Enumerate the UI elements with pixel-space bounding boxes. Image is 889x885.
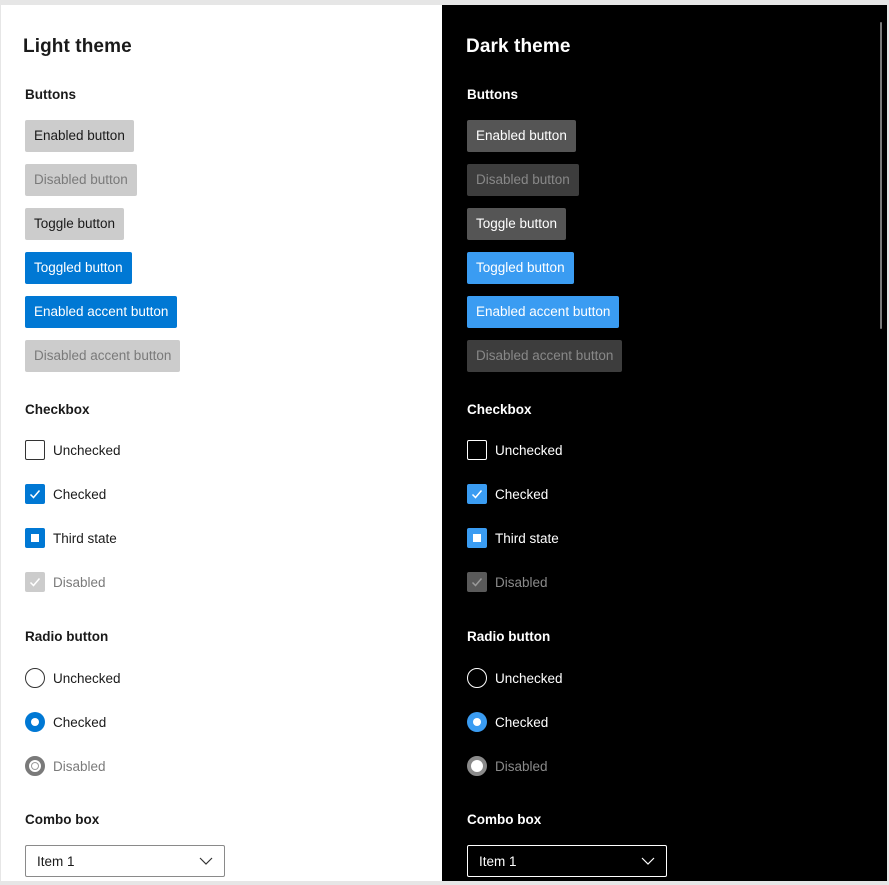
light-combo-box[interactable]: Item 1 (25, 845, 225, 877)
light-radio-heading: Radio button (25, 629, 109, 644)
light-checkbox-checked[interactable]: Checked (25, 483, 106, 505)
radio-unchecked-circle[interactable] (25, 668, 45, 688)
radio-checked-circle[interactable] (467, 712, 487, 732)
radio-unchecked-circle[interactable] (467, 668, 487, 688)
radio-label: Unchecked (495, 670, 563, 686)
radio-disabled-circle (25, 756, 45, 776)
dark-toggled-button[interactable]: Toggled button (467, 252, 574, 284)
light-toggle-button[interactable]: Toggle button (25, 208, 125, 240)
light-checkbox-third-state[interactable]: Third state (25, 527, 117, 549)
indeterminate-icon (31, 534, 39, 542)
dark-panel-title: Dark theme (466, 36, 571, 57)
checkbox-label: Unchecked (53, 442, 121, 458)
checkbox-label: Third state (495, 530, 559, 546)
checkbox-checked-box[interactable] (467, 484, 487, 504)
radio-label: Disabled (495, 758, 548, 774)
light-checkbox-disabled: Disabled (25, 571, 106, 593)
checkbox-label: Disabled (495, 574, 548, 590)
checkbox-unchecked-box[interactable] (467, 440, 487, 460)
dark-radio-unchecked[interactable]: Unchecked (467, 667, 563, 689)
light-theme-panel: Light theme Buttons Enabled button Disab… (1, 5, 442, 881)
radio-dot (31, 718, 39, 726)
light-accent-button[interactable]: Enabled accent button (25, 296, 178, 328)
dark-enabled-button[interactable]: Enabled button (467, 120, 576, 152)
checkbox-label: Unchecked (495, 442, 563, 458)
light-radio-disabled: Disabled (25, 755, 106, 777)
radio-dot (32, 763, 38, 769)
dark-theme-panel: Dark theme Buttons Enabled button Disabl… (442, 5, 887, 881)
dark-checkbox-third-state[interactable]: Third state (467, 527, 559, 549)
radio-label: Checked (53, 714, 107, 730)
checkbox-checked-box[interactable] (25, 484, 45, 504)
app-window: Light theme Buttons Enabled button Disab… (1, 5, 887, 881)
dark-combo-box[interactable]: Item 1 (467, 845, 667, 877)
dark-disabled-accent-button: Disabled accent button (467, 340, 623, 372)
checkmark-icon (471, 490, 483, 499)
dark-checkbox-disabled: Disabled (467, 571, 548, 593)
checkbox-label: Checked (495, 486, 549, 502)
light-buttons-heading: Buttons (25, 87, 76, 102)
dark-combo-heading: Combo box (467, 812, 542, 827)
checkbox-label: Disabled (53, 574, 106, 590)
indeterminate-icon (473, 534, 481, 542)
checkbox-label: Third state (53, 530, 117, 546)
dark-toggle-button[interactable]: Toggle button (467, 208, 567, 240)
light-toggled-button[interactable]: Toggled button (25, 252, 132, 284)
dark-buttons-heading: Buttons (467, 87, 518, 102)
chevron-down-icon[interactable] (641, 857, 655, 865)
light-disabled-button: Disabled button (25, 164, 137, 196)
combo-value: Item 1 (37, 853, 75, 869)
light-enabled-button[interactable]: Enabled button (25, 120, 134, 152)
checkmark-icon (29, 578, 41, 587)
radio-label: Checked (495, 714, 549, 730)
radio-checked-circle[interactable] (25, 712, 45, 732)
light-radio-unchecked[interactable]: Unchecked (25, 667, 121, 689)
dark-checkbox-heading: Checkbox (467, 402, 532, 417)
vertical-scrollbar[interactable] (880, 22, 882, 329)
dark-checkbox-unchecked[interactable]: Unchecked (467, 439, 563, 461)
checkmark-icon (471, 578, 483, 587)
checkbox-disabled-box (467, 572, 487, 592)
radio-label: Unchecked (53, 670, 121, 686)
checkbox-third-state-box[interactable] (25, 528, 45, 548)
checkbox-third-state-box[interactable] (467, 528, 487, 548)
radio-disabled-circle (467, 756, 487, 776)
checkbox-label: Checked (53, 486, 107, 502)
chevron-down-icon[interactable] (199, 857, 213, 865)
light-radio-checked[interactable]: Checked (25, 711, 106, 733)
light-disabled-accent-button: Disabled accent button (25, 340, 181, 372)
light-checkbox-heading: Checkbox (25, 402, 90, 417)
radio-dot (474, 763, 480, 769)
dark-radio-heading: Radio button (467, 629, 551, 644)
light-checkbox-unchecked[interactable]: Unchecked (25, 439, 121, 461)
light-combo-heading: Combo box (25, 812, 100, 827)
checkmark-icon (29, 490, 41, 499)
radio-label: Disabled (53, 758, 106, 774)
dark-disabled-button: Disabled button (467, 164, 579, 196)
light-panel-title: Light theme (23, 36, 132, 57)
dark-radio-checked[interactable]: Checked (467, 711, 548, 733)
radio-dot (473, 718, 481, 726)
dark-accent-button[interactable]: Enabled accent button (467, 296, 620, 328)
dark-radio-disabled: Disabled (467, 755, 548, 777)
checkbox-disabled-box (25, 572, 45, 592)
combo-value: Item 1 (479, 853, 517, 869)
dark-checkbox-checked[interactable]: Checked (467, 483, 548, 505)
checkbox-unchecked-box[interactable] (25, 440, 45, 460)
